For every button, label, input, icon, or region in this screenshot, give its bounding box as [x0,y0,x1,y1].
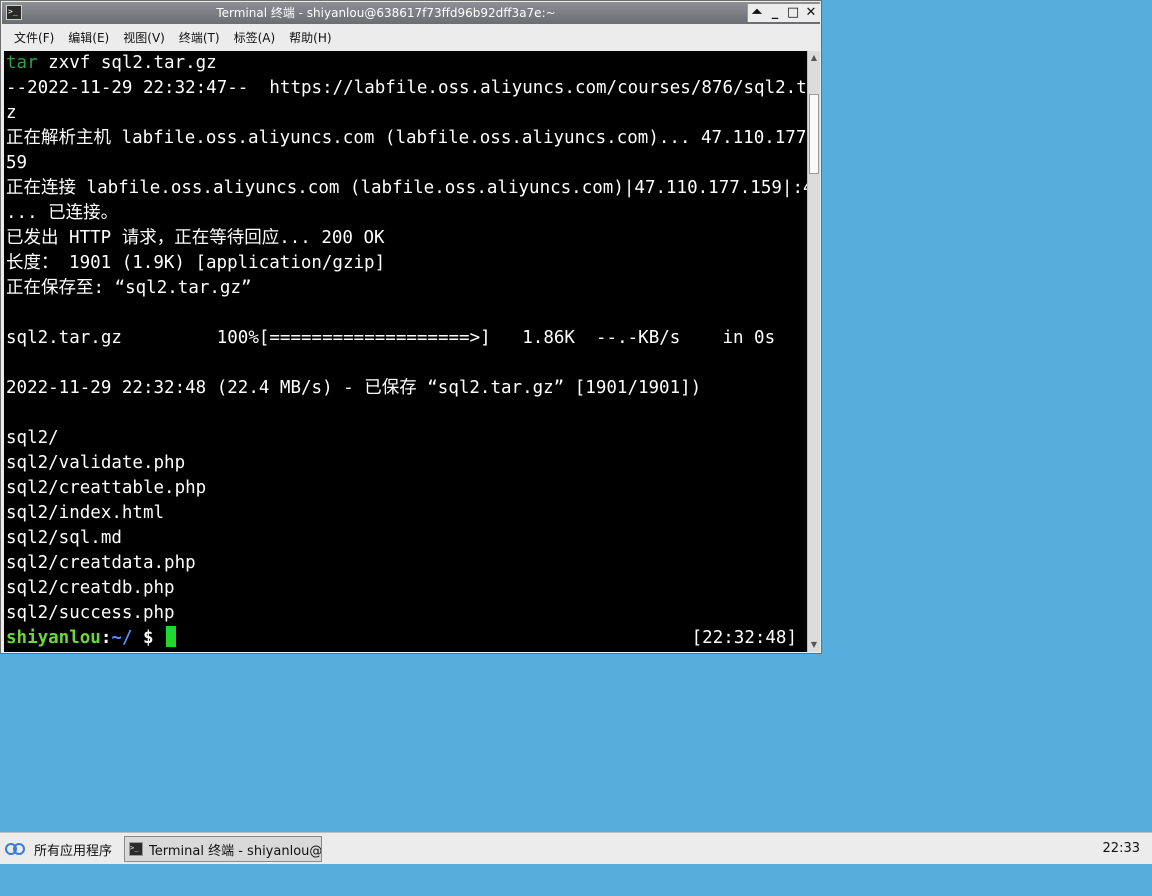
taskbar-clock[interactable]: 22:33 [1103,833,1140,865]
output-lines: --2022-11-29 22:32:47-- https://labfile.… [4,76,807,626]
output-line: sql2/sql.md [6,528,122,548]
output-line: 正在连接 labfile.oss.aliyuncs.com (labfile.o… [6,178,807,198]
terminal-icon[interactable]: >_ [6,5,22,20]
terminal-icon: >_ [129,842,144,856]
maximize-icon[interactable]: □ [785,5,801,21]
command-args: zxvf sql2.tar.gz [37,53,217,73]
prompt-timestamp: [22:32:48] [691,628,797,648]
menu-label: 终端 [178,30,203,45]
output-line: --2022-11-29 22:32:47-- https://labfile.… [6,78,807,98]
menu-accelerator: (V) [147,30,165,45]
output-line: sql2/creatdata.php [6,553,196,573]
window-controls: ⏶ _ □ ✕ [747,4,820,22]
output-line: 正在保存至: “sql2.tar.gz” [6,278,252,298]
menu-accelerator: (F) [38,30,55,45]
shade-icon[interactable]: ⏶ [749,5,765,21]
all-apps-button[interactable]: 所有应用程序 [4,836,112,862]
output-line: 已发出 HTTP 请求，正在等待回应... 200 OK [6,228,385,248]
menu-file[interactable]: 文件(F) [14,29,54,46]
menu-tabs[interactable]: 标签(A) [234,29,276,46]
menu-label: 帮助 [289,30,314,45]
terminal-output[interactable]: tar zxvf sql2.tar.gz --2022-11-29 22:32:… [4,51,807,652]
output-line: sql2/success.php [6,603,175,623]
taskbar-terminal-label: Terminal 终端 - shiyanlou@··· [149,843,321,859]
apps-menu-icon [4,841,28,857]
window-title: Terminal 终端 - shiyanlou@638617f73ffd96b9… [216,6,556,20]
output-line: 59 [6,153,28,173]
scroll-up-icon[interactable]: ▲ [808,51,820,65]
output-line: 正在解析主机 labfile.oss.aliyuncs.com (labfile… [6,128,807,148]
menu-label: 视图 [123,30,148,45]
command-name: tar [6,53,38,73]
prompt-separator: : [100,628,112,648]
prompt-symbol: $ [132,628,165,648]
menu-label: 编辑 [68,30,93,45]
all-apps-label: 所有应用程序 [34,843,113,859]
menu-help[interactable]: 帮助(H) [289,29,331,46]
output-line: sql2/validate.php [6,453,186,473]
scroll-down-icon[interactable]: ▼ [808,638,820,652]
menu-edit[interactable]: 编辑(E) [68,29,109,46]
output-line: ... 已连接。 [6,203,119,223]
shell-prompt[interactable]: shiyanlou:~/ $ [22:32:48] [4,626,807,651]
minimize-icon[interactable]: _ [767,5,783,21]
menu-accelerator: (H) [313,30,332,45]
output-line: sql2/ [6,428,59,448]
menu-accelerator: (T) [202,30,220,45]
menu-accelerator: (E) [92,30,110,45]
output-line: 长度： 1901 (1.9K) [application/gzip] [6,253,386,273]
output-line: sql2.tar.gz 100%[===================>] 1… [6,328,776,348]
taskbar: 所有应用程序 >_ Terminal 终端 - shiyanlou@··· 22… [0,832,1152,864]
output-line: 2022-11-29 22:32:48 (22.4 MB/s) - 已保存 “s… [6,378,702,398]
menu-bar: 文件(F) 编辑(E) 视图(V) 终端(T) 标签(A) 帮助(H) [2,25,820,49]
window-titlebar[interactable]: >_ Terminal 终端 - shiyanlou@638617f73ffd9… [2,2,820,24]
output-line: z [6,103,17,123]
output-line: sql2/index.html [6,503,165,523]
scrollbar-thumb[interactable] [809,93,819,174]
command-line: tar zxvf sql2.tar.gz [4,51,807,76]
terminal-window: >_ Terminal 终端 - shiyanlou@638617f73ffd9… [0,0,822,654]
prompt-path: ~/ [111,628,133,648]
menu-label: 文件 [14,30,39,45]
taskbar-terminal-button[interactable]: >_ Terminal 终端 - shiyanlou@··· [124,836,322,862]
menu-terminal[interactable]: 终端(T) [179,29,220,46]
menu-accelerator: (A) [257,30,276,45]
menu-view[interactable]: 视图(V) [123,29,165,46]
output-line: sql2/creattable.php [6,478,207,498]
output-line: sql2/creatdb.php [6,578,175,598]
close-icon[interactable]: ✕ [803,5,819,21]
vertical-scrollbar[interactable]: ▲ ▼ [807,51,820,652]
text-cursor [166,626,177,647]
prompt-user: shiyanlou [6,628,101,648]
menu-label: 标签 [233,30,258,45]
